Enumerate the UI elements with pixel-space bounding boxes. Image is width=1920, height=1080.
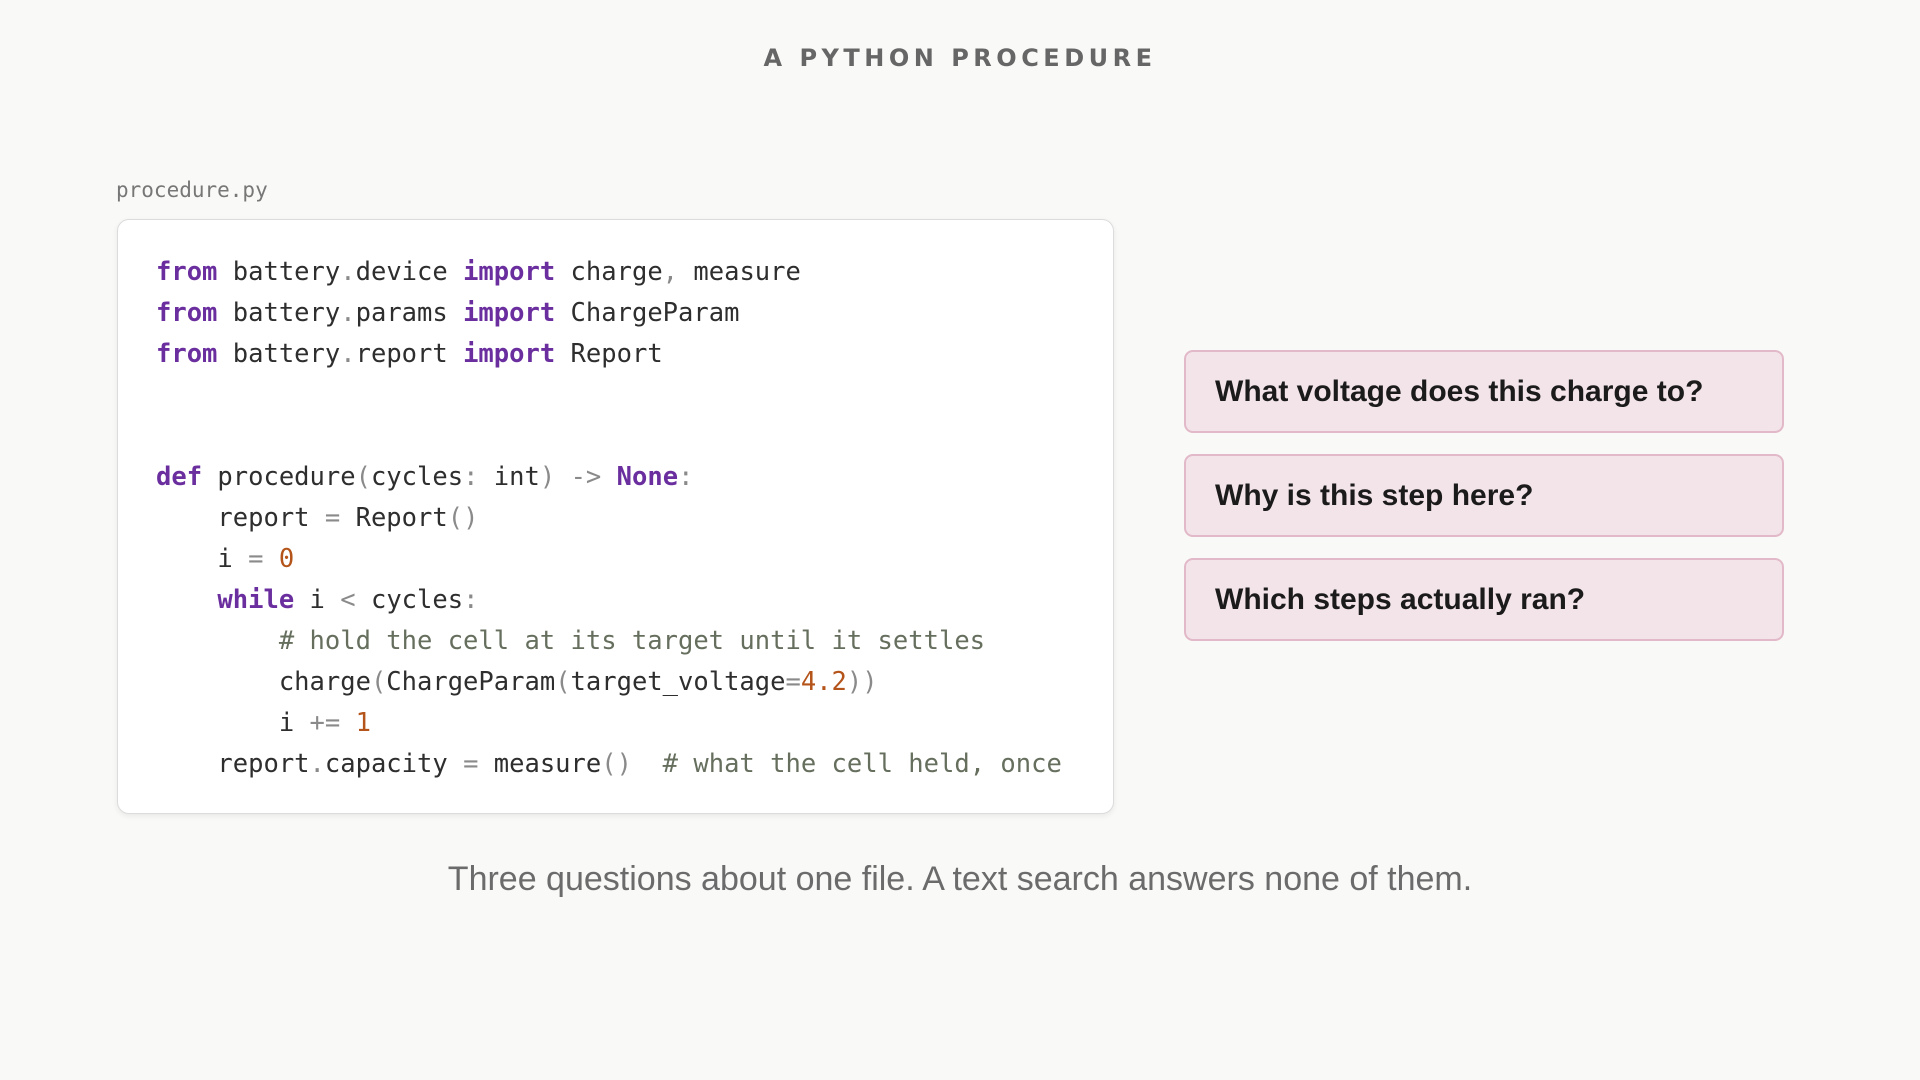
code-token-punct: ( [370,667,387,697]
question-text: Which steps actually ran? [1215,582,1586,616]
question-list: What voltage does this charge to? Why is… [1184,350,1784,662]
code-token-punct: . [340,339,356,369]
code-token-plain: Report [340,503,448,533]
code-token-kw: from [156,339,218,369]
code-token-num: 4.2 [800,667,847,697]
code-token-punct: ( [355,462,371,492]
code-token-punct: < [340,585,356,615]
code-line: i = 0 [156,539,1062,580]
code-token-punct: ( [555,667,571,697]
code-token-kw: import [463,339,556,369]
code-token-plain: Report [555,339,663,369]
code-token-num: 1 [355,708,371,738]
code-token-plain: report [156,749,310,779]
code-token-plain: ChargeParam [555,298,740,328]
code-token-punct: = [248,544,264,574]
code-token-plain: i [294,585,341,615]
code-token-punct: -> [555,462,617,492]
code-token-plain: report [355,339,464,369]
question-text: Why is this step here? [1215,478,1534,512]
code-line: from battery.device import charge, measu… [156,252,1062,293]
code-token-comment: # what the cell held, once [631,749,1062,779]
question-card-voltage[interactable]: What voltage does this charge to? [1184,350,1784,433]
code-token-plain: capacity [324,749,464,779]
code-line: from battery.params import ChargeParam [156,293,1062,334]
code-line: # hold the cell at its target until it s… [156,621,1062,662]
code-panel: from battery.device import charge, measu… [117,219,1114,814]
code-line: report = Report() [156,498,1062,539]
code-token-plain: i [156,708,310,738]
code-token-punct: : [463,462,479,492]
code-token-kw: from [156,298,218,328]
code-token-plain: cycles [355,585,464,615]
code-token-punct: = [785,667,801,697]
code-token-kw: None [616,462,679,492]
code-token-plain: battery [217,298,341,328]
code-line: charge(ChargeParam(target_voltage=4.2)) [156,662,1062,703]
code-line: while i < cycles: [156,580,1062,621]
code-token-plain: charge [555,257,663,287]
code-token-punct: . [309,749,325,779]
code-token-kw: from [156,257,218,287]
code-line: from battery.report import Report [156,334,1062,375]
code-token-plain: ChargeParam [386,667,556,697]
code-token-plain: int [478,462,540,492]
caption: Three questions about one file. A text s… [447,860,1473,898]
code-token-punct: : [678,462,694,492]
code-token-plain: battery [217,257,341,287]
code-token-punct: . [340,257,356,287]
code-token-kw: while [217,585,295,615]
code-line: i += 1 [156,703,1062,744]
code-token-plain: cycles [370,462,464,492]
page-heading: A PYTHON PROCEDURE [763,44,1157,72]
code-lines: from battery.device import charge, measu… [156,252,1062,785]
code-token-plain: measure [478,749,602,779]
code-token-punct: , [662,257,679,287]
code-token-punct: = [463,749,479,779]
code-token-plain: i [156,544,249,574]
code-token-plain: params [355,298,464,328]
question-text: What voltage does this charge to? [1215,374,1704,408]
code-token-punct: : [463,585,479,615]
code-token-punct: ) [539,462,556,492]
code-token-plain: report [156,503,325,533]
question-card-why-step[interactable]: Why is this step here? [1184,454,1784,537]
code-token-plain: measure [678,257,801,287]
code-token-kw: import [463,257,556,287]
code-token-punct: () [601,749,632,779]
code-token-plain: device [355,257,464,287]
code-token-punct: += [309,708,341,738]
code-token-punct: () [447,503,479,533]
code-token-punct: = [324,503,341,533]
code-token-punct: )) [846,667,878,697]
code-token-kw: import [463,298,556,328]
code-token-comment: # hold the cell at its target until it s… [156,626,986,656]
code-token-plain: procedure [202,462,356,492]
file-name-label: procedure.py [116,178,268,202]
code-token-plain: battery [217,339,341,369]
code-token-num: 0 [278,544,295,574]
code-token-kw: def [156,462,203,492]
code-token-plain: charge [156,667,371,697]
code-line: report.capacity = measure() # what the c… [156,744,1062,785]
code-token-plain: target_voltage [570,667,786,697]
code-line: def procedure(cycles: int) -> None: [156,457,1062,498]
code-token-punct: . [340,298,356,328]
question-card-steps-ran[interactable]: Which steps actually ran? [1184,558,1784,641]
